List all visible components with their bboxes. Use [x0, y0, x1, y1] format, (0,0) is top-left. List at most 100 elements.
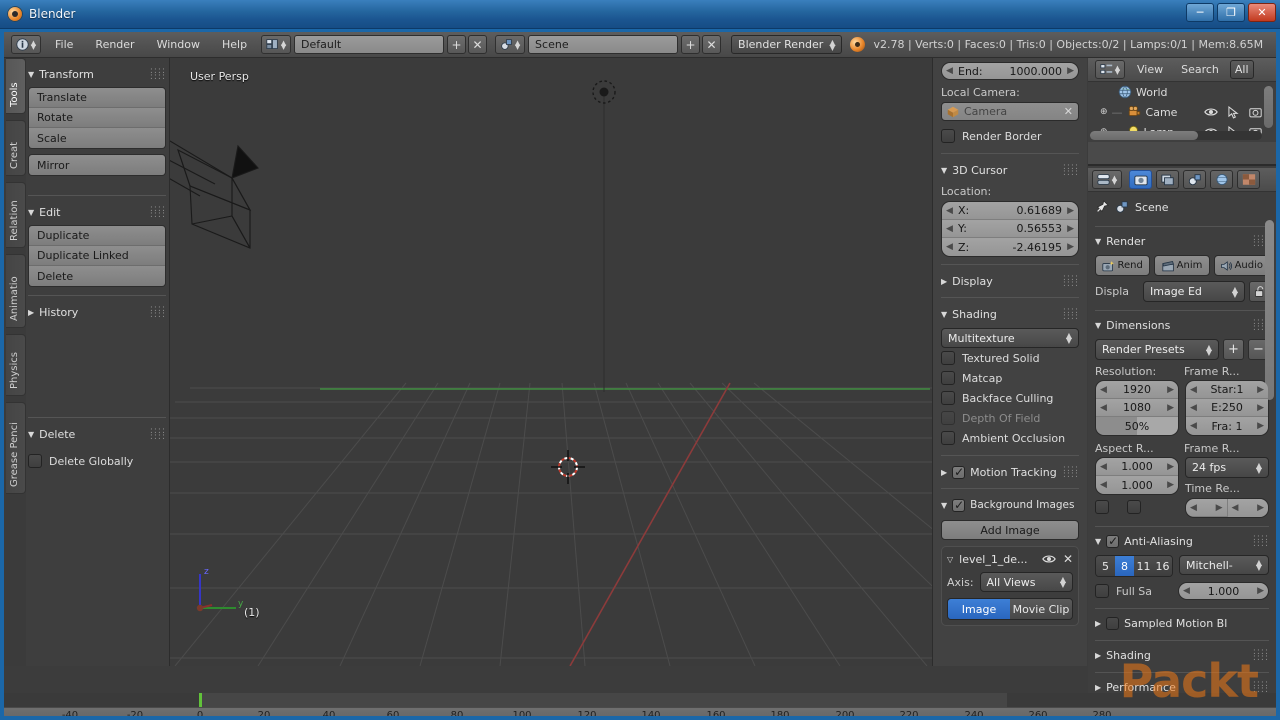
- render-animation-button[interactable]: Anim: [1154, 255, 1210, 276]
- outliner-row-camera[interactable]: ⊕ — Came: [1088, 102, 1276, 122]
- panel-history-header[interactable]: ▶ History ::::::::: [28, 303, 166, 321]
- panel-dimensions-header[interactable]: ▼ Dimensions ::::::::: [1095, 316, 1269, 334]
- menu-file[interactable]: File: [44, 32, 84, 58]
- resolution-x-field[interactable]: ◀ 1920 ▶: [1096, 381, 1178, 399]
- properties-tab-world[interactable]: [1210, 170, 1233, 189]
- render-audio-button[interactable]: Audio: [1213, 255, 1269, 276]
- full-sample-toggle[interactable]: Full Sa: [1095, 584, 1172, 598]
- triangle-down-icon[interactable]: ▽: [947, 555, 953, 564]
- panel-shading-header[interactable]: ▼ Shading ::::::::: [941, 305, 1079, 323]
- textured-solid-checkbox[interactable]: [941, 351, 955, 365]
- tab-animation[interactable]: Animatio: [6, 254, 26, 328]
- scene-browse-button[interactable]: ▲ ▼: [495, 35, 526, 54]
- cursor-arrow-icon[interactable]: [1228, 105, 1239, 119]
- 3d-viewport-canvas[interactable]: User Persp z y (1) ◀ End: 1000.000 ▶ Loc…: [170, 58, 1087, 666]
- delete-scene-button[interactable]: ✕: [702, 35, 722, 54]
- panel-edit-header[interactable]: ▼ Edit ::::::::: [28, 203, 166, 221]
- backface-culling-row[interactable]: Backface Culling: [941, 388, 1079, 408]
- panel-3d-cursor-header[interactable]: ▼ 3D Cursor ::::::::: [941, 161, 1079, 179]
- panel-shading-collapsed-header[interactable]: ▶ Shading ::::::::: [1095, 646, 1269, 664]
- frame-rate-dropdown[interactable]: 24 fps ▲ ▼: [1185, 457, 1269, 478]
- resolution-percentage-field[interactable]: 50%: [1096, 417, 1178, 435]
- panel-motion-tracking-header[interactable]: ▶ Motion Tracking ::::::::: [941, 463, 1079, 481]
- delete-layout-button[interactable]: ✕: [468, 35, 488, 54]
- crop-checkbox[interactable]: [1127, 500, 1141, 514]
- timeline-editor-canvas[interactable]: -40 -20 0 20 40 60 80 100 120 140 160 18…: [4, 693, 1276, 716]
- backface-culling-checkbox[interactable]: [941, 391, 955, 405]
- motion-tracking-checkbox[interactable]: [952, 465, 966, 479]
- close-button[interactable]: ✕: [1248, 3, 1276, 22]
- aa-filter-size-field[interactable]: ◀ 1.000 ▶: [1178, 582, 1269, 600]
- axis-dropdown[interactable]: All Views ▲ ▼: [979, 572, 1073, 592]
- shading-method-dropdown[interactable]: Multitexture ▲ ▼: [941, 328, 1079, 348]
- delete-globally-row[interactable]: Delete Globally: [28, 451, 166, 471]
- sampled-motion-blur-checkbox[interactable]: [1106, 616, 1120, 630]
- aa-filter-dropdown[interactable]: Mitchell- ▲ ▼: [1179, 555, 1269, 575]
- screen-layout-selector[interactable]: ▲ ▼: [261, 35, 292, 54]
- aspect-x-field[interactable]: ◀ 1.000 ▶: [1096, 458, 1178, 476]
- time-remap-old-field[interactable]: ◀ ▶: [1186, 499, 1228, 517]
- resolution-y-field[interactable]: ◀ 1080 ▶: [1096, 399, 1178, 417]
- render-presets-dropdown[interactable]: Render Presets ▲ ▼: [1095, 339, 1219, 360]
- mirror-button[interactable]: Mirror: [29, 155, 165, 175]
- background-images-checkbox[interactable]: [952, 498, 966, 512]
- add-scene-button[interactable]: +: [681, 35, 701, 54]
- delete-globally-checkbox[interactable]: [28, 454, 42, 468]
- properties-scrollbar[interactable]: [1265, 220, 1274, 400]
- editor-type-selector-info[interactable]: ▲ ▼: [11, 35, 41, 54]
- panel-transform-header[interactable]: ▼ Transform ::::::::: [28, 65, 166, 83]
- properties-tab-object[interactable]: [1183, 170, 1206, 189]
- panel-display-header[interactable]: ▶ Display ::::::::: [941, 272, 1079, 290]
- panel-background-images-header[interactable]: ▼ Background Images: [941, 496, 1079, 514]
- properties-tab-scene[interactable]: [1156, 170, 1179, 189]
- eye-icon[interactable]: [1042, 554, 1056, 564]
- rotate-button[interactable]: Rotate: [29, 108, 165, 128]
- eye-icon[interactable]: [1204, 107, 1218, 117]
- expand-icon[interactable]: ⊕: [1100, 107, 1108, 117]
- duplicate-linked-button[interactable]: Duplicate Linked: [29, 246, 165, 266]
- aa-samples-11[interactable]: 11: [1134, 556, 1153, 576]
- add-preset-button[interactable]: +: [1223, 339, 1244, 360]
- translate-button[interactable]: Translate: [29, 88, 165, 108]
- add-image-button[interactable]: Add Image: [941, 520, 1079, 540]
- clip-end-field[interactable]: ◀ End: 1000.000 ▶: [941, 62, 1079, 80]
- outliner-row-world[interactable]: World: [1088, 82, 1276, 102]
- panel-sampled-motion-blur-header[interactable]: ▶ Sampled Motion Bl: [1095, 614, 1269, 632]
- outliner-vertical-scrollbar[interactable]: [1264, 86, 1273, 128]
- aspect-y-field[interactable]: ◀ 1.000 ▶: [1096, 476, 1178, 494]
- cursor-x-field[interactable]: ◀ X: 0.61689 ▶: [942, 202, 1078, 220]
- panel-operator-delete-header[interactable]: ▼ Delete ::::::::: [28, 425, 166, 443]
- remove-image-icon[interactable]: ✕: [1063, 552, 1073, 566]
- source-tab-image[interactable]: Image: [948, 599, 1010, 619]
- ambient-occlusion-row[interactable]: Ambient Occlusion: [941, 428, 1079, 448]
- editor-type-selector-outliner[interactable]: ▲ ▼: [1095, 60, 1125, 79]
- tab-physics[interactable]: Physics: [6, 334, 26, 396]
- display-mode-dropdown[interactable]: Image Ed ▲ ▼: [1143, 281, 1245, 302]
- source-tab-movie-clip[interactable]: Movie Clip: [1010, 599, 1072, 619]
- ambient-occlusion-checkbox[interactable]: [941, 431, 955, 445]
- tab-tools[interactable]: Tools: [6, 58, 26, 114]
- add-layout-button[interactable]: +: [447, 35, 467, 54]
- textured-solid-row[interactable]: Textured Solid: [941, 348, 1079, 368]
- frame-end-field[interactable]: ◀ E:250 ▶: [1186, 399, 1268, 417]
- render-camera-icon[interactable]: [1249, 106, 1262, 118]
- menu-render[interactable]: Render: [84, 32, 145, 58]
- properties-tab-render[interactable]: [1129, 170, 1152, 189]
- outliner-filter-display[interactable]: All: [1229, 60, 1254, 79]
- editor-type-selector-properties[interactable]: ▲ ▼: [1092, 170, 1122, 189]
- frame-start-field[interactable]: ◀ Star:1 ▶: [1186, 381, 1268, 399]
- border-checkbox[interactable]: [1095, 500, 1109, 514]
- aa-samples-16[interactable]: 16: [1153, 556, 1172, 576]
- matcap-checkbox[interactable]: [941, 371, 955, 385]
- render-image-button[interactable]: Rend: [1095, 255, 1151, 276]
- outliner-menu-search[interactable]: Search: [1172, 59, 1228, 81]
- panel-antialiasing-header[interactable]: ▼ Anti-Aliasing ::::::::: [1095, 532, 1269, 550]
- screen-layout-name[interactable]: Default: [294, 35, 445, 54]
- local-camera-field[interactable]: Camera ✕: [941, 102, 1079, 121]
- maximize-button[interactable]: ❐: [1217, 3, 1245, 22]
- matcap-row[interactable]: Matcap: [941, 368, 1079, 388]
- minimize-button[interactable]: ─: [1186, 3, 1214, 22]
- render-border-checkbox[interactable]: [941, 129, 955, 143]
- scene-name-field[interactable]: Scene: [528, 35, 679, 54]
- outliner-menu-view[interactable]: View: [1128, 59, 1172, 81]
